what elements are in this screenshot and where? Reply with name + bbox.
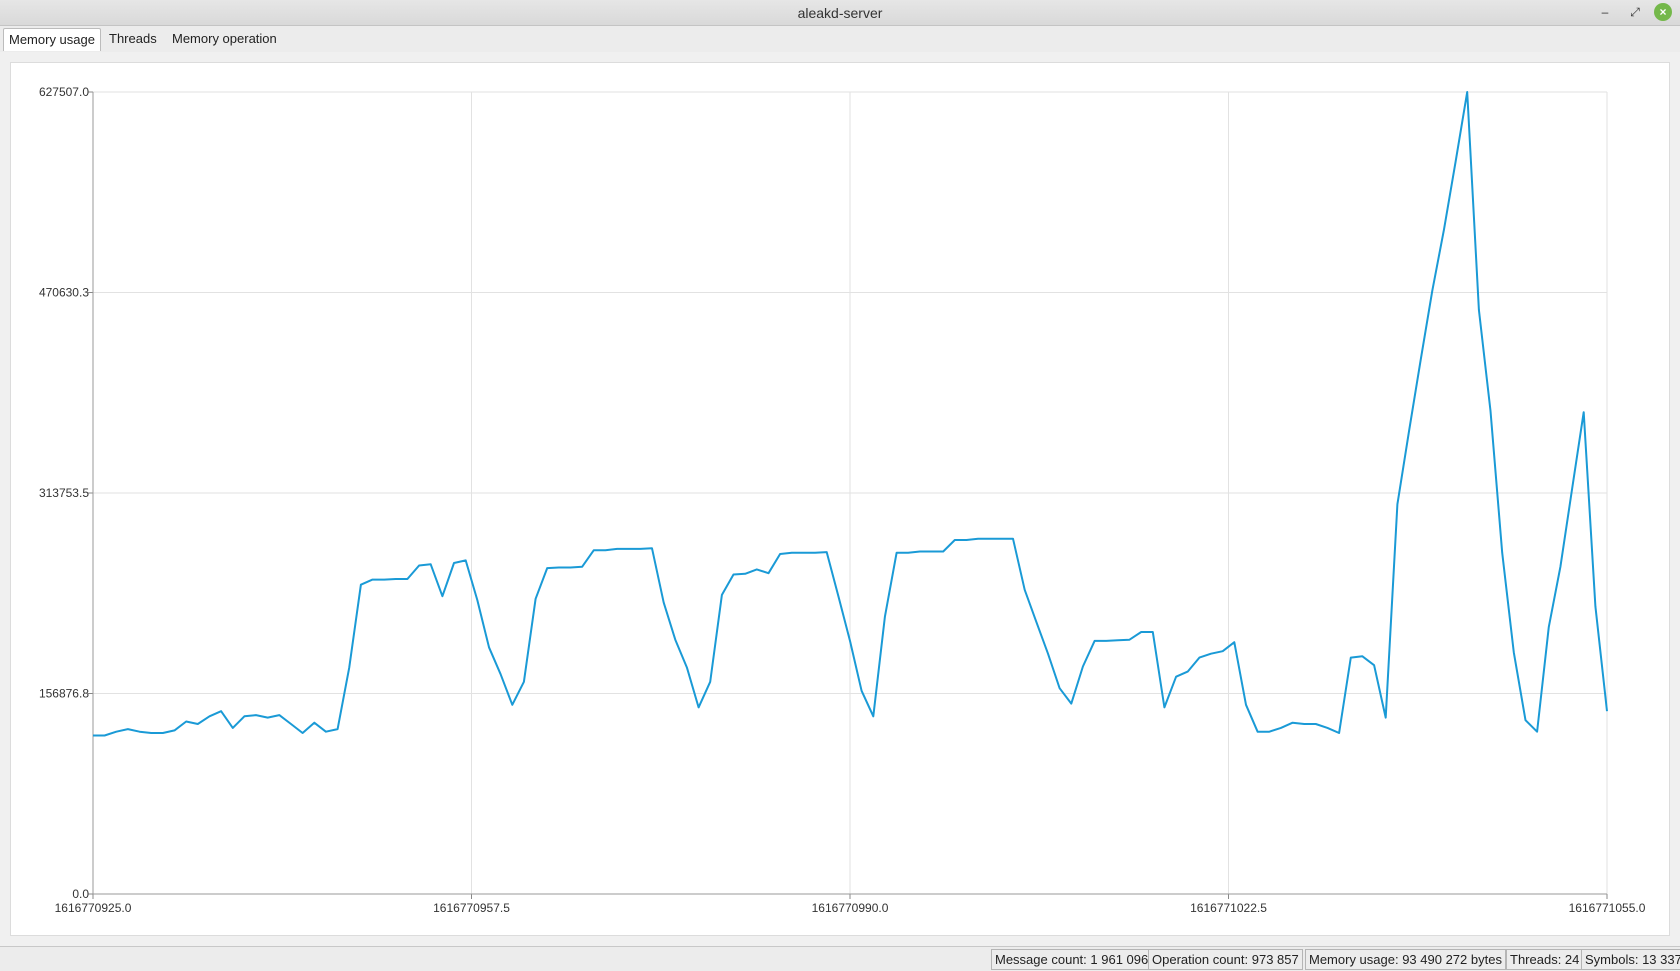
x-tick-label: 1616770957.5	[433, 901, 510, 915]
status-operation-count: Operation count: 973 857	[1148, 949, 1303, 970]
status-symbols: Symbols: 13 337	[1581, 949, 1680, 970]
y-tick-label: 470630.3	[39, 286, 89, 300]
tab-bar: Memory usage Threads Memory operation	[0, 26, 1680, 52]
x-tick-label: 1616770990.0	[812, 901, 889, 915]
status-memory-usage: Memory usage: 93 490 272 bytes	[1305, 949, 1506, 970]
y-tick-label: 313753.5	[39, 486, 89, 500]
status-message-count: Message count: 1 961 096	[991, 949, 1153, 970]
title-bar: aleakd-server – ⤢ ×	[0, 0, 1680, 26]
y-tick-label: 156876.8	[39, 687, 89, 701]
tab-memory-usage[interactable]: Memory usage	[3, 28, 101, 51]
y-tick-label: 0.0	[72, 887, 89, 901]
tab-threads[interactable]: Threads	[104, 28, 162, 50]
x-tick-label: 1616771055.0	[1569, 901, 1646, 915]
window-title: aleakd-server	[797, 5, 883, 21]
close-icon[interactable]: ×	[1654, 3, 1672, 21]
status-threads: Threads: 24	[1506, 949, 1584, 970]
x-tick-label: 1616771022.5	[1190, 901, 1267, 915]
minimize-icon[interactable]: –	[1596, 3, 1614, 21]
y-tick-label: 627507.0	[39, 85, 89, 99]
x-tick-label: 1616770925.0	[55, 901, 132, 915]
maximize-icon[interactable]: ⤢	[1626, 3, 1644, 21]
status-bar: Message count: 1 961 096 Operation count…	[0, 946, 1680, 971]
tab-memory-operation[interactable]: Memory operation	[167, 28, 282, 50]
memory-usage-chart: 1616770925.0 1616770957.5 1616770990.0 1616…	[39, 85, 1646, 915]
chart-panel: 1616770925.0 1616770957.5 1616770990.0 1616…	[10, 62, 1670, 936]
